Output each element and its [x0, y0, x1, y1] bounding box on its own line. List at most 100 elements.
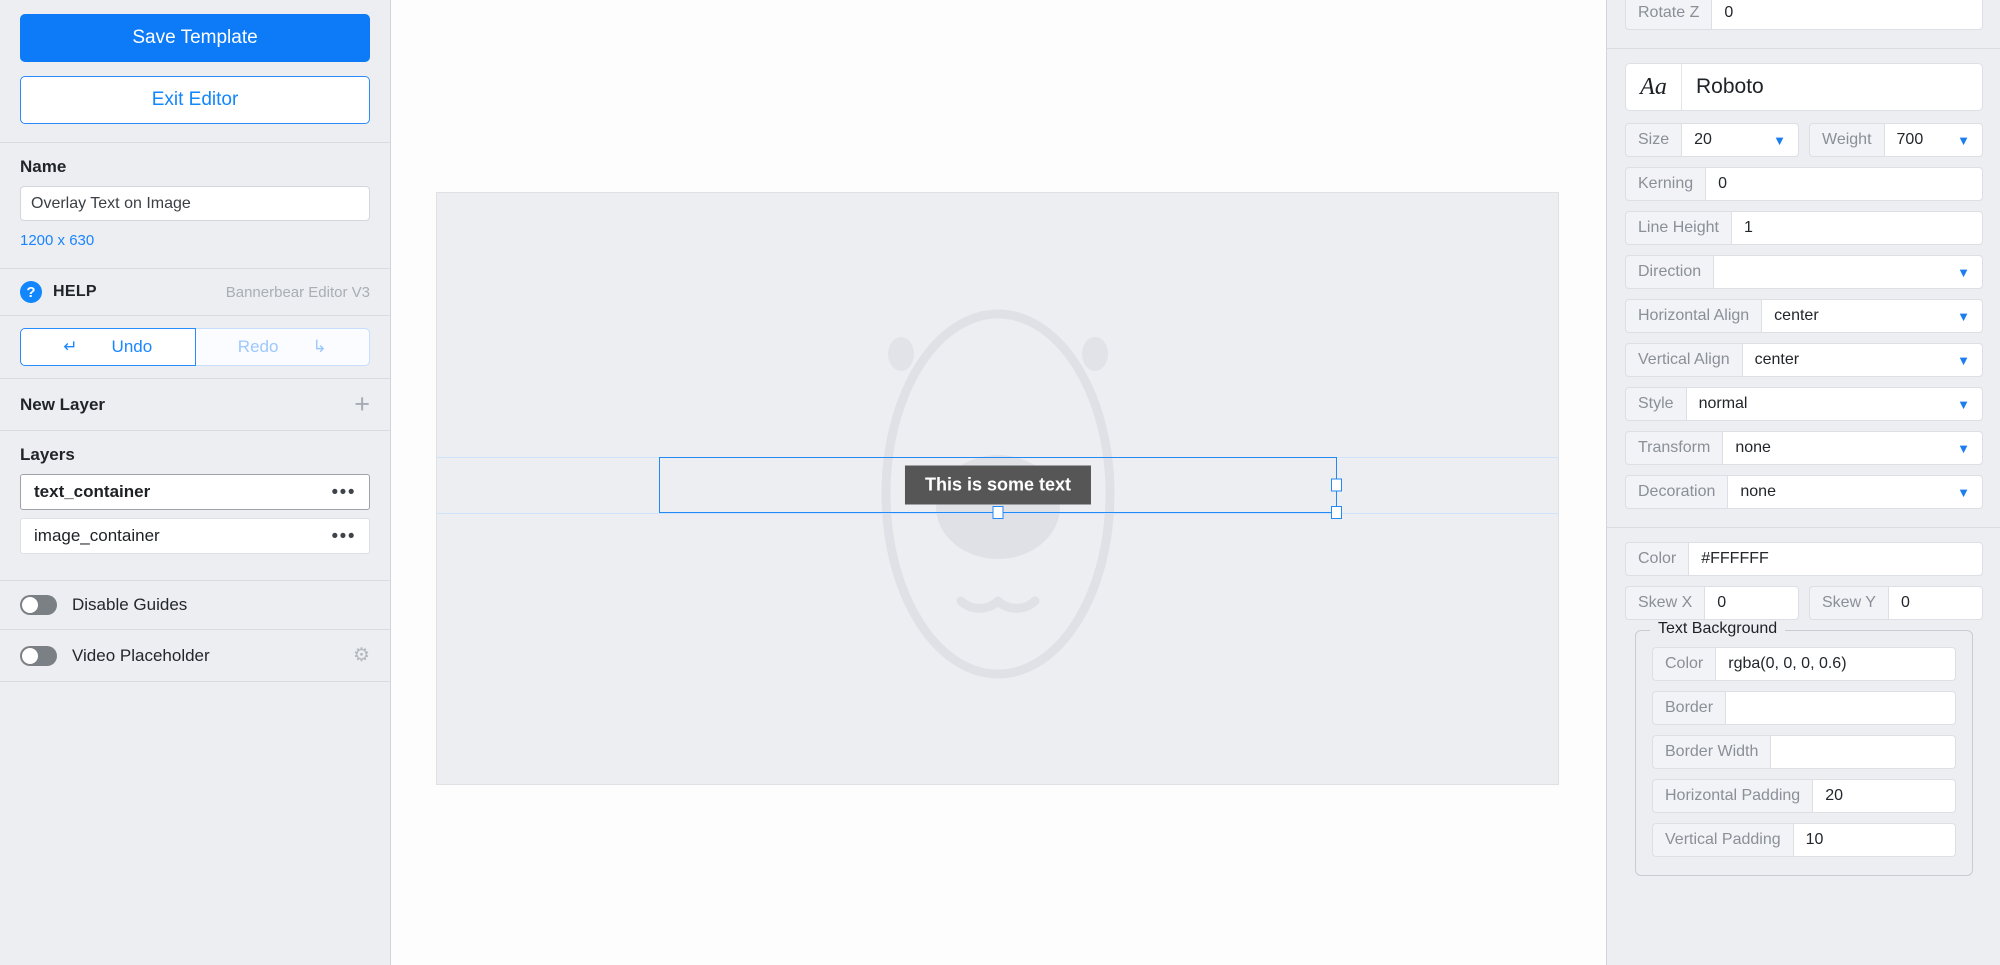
style-control[interactable]: Style normal ▼ — [1625, 387, 1983, 421]
background-border-width-value[interactable] — [1770, 735, 1956, 769]
style-label: Style — [1625, 387, 1686, 421]
kerning-value[interactable]: 0 — [1705, 167, 1983, 201]
transform-value: none — [1735, 439, 1771, 456]
transform-label: Transform — [1625, 431, 1723, 465]
gear-icon[interactable]: ⚙ — [353, 644, 370, 667]
decoration-select[interactable]: none ▼ — [1727, 475, 1983, 509]
vertical-align-control[interactable]: Vertical Align center ▼ — [1625, 343, 1983, 377]
chevron-down-icon: ▼ — [1957, 132, 1970, 148]
skew-row: Skew X 0 Skew Y 0 — [1625, 586, 1983, 620]
question-mark-icon: ? — [20, 281, 42, 303]
skew-x-control[interactable]: Skew X 0 — [1625, 586, 1799, 620]
redo-button[interactable]: Redo ↳ — [195, 328, 370, 366]
kerning-control[interactable]: Kerning 0 — [1625, 167, 1983, 201]
save-template-button[interactable]: Save Template — [20, 14, 370, 62]
editor-version-label: Bannerbear Editor V3 — [225, 283, 370, 301]
background-horizontal-padding-control[interactable]: Horizontal Padding 20 — [1652, 779, 1956, 813]
background-border-value[interactable] — [1725, 691, 1956, 725]
undo-button[interactable]: ↵ Undo — [20, 328, 196, 366]
layer-menu-icon[interactable]: ••• — [332, 483, 356, 502]
background-border-width-label: Border Width — [1652, 735, 1771, 769]
vertical-align-select[interactable]: center ▼ — [1741, 343, 1983, 377]
rotate-z-label: Rotate Z — [1625, 0, 1712, 30]
editor-app: Save Template Exit Editor Name 1200 x 63… — [0, 0, 2000, 965]
size-label: Size — [1625, 123, 1682, 157]
color-label: Color — [1625, 542, 1689, 576]
template-name-section: Name 1200 x 630 — [0, 143, 390, 269]
resize-handle-bottom-right[interactable] — [1331, 506, 1342, 519]
actions-section: Save Template Exit Editor — [0, 0, 390, 143]
exit-editor-button[interactable]: Exit Editor — [20, 76, 370, 124]
font-size-control[interactable]: Size 20 ▼ — [1625, 123, 1799, 157]
toggle-row-disable-guides: Disable Guides — [0, 581, 390, 630]
weight-select[interactable]: 700 ▼ — [1883, 123, 1983, 157]
chevron-down-icon: ▼ — [1957, 352, 1970, 368]
background-color-control[interactable]: Color rgba(0, 0, 0, 0.6) — [1652, 647, 1956, 681]
style-select[interactable]: normal ▼ — [1685, 387, 1983, 421]
layers-label: Layers — [20, 445, 75, 464]
horizontal-align-label: Horizontal Align — [1625, 299, 1762, 333]
background-vertical-padding-control[interactable]: Vertical Padding 10 — [1652, 823, 1956, 857]
plus-icon[interactable]: + — [354, 391, 370, 418]
design-canvas[interactable]: This is some text — [436, 192, 1559, 785]
canvas-text-element[interactable]: This is some text — [904, 465, 1092, 505]
background-color-label: Color — [1652, 647, 1716, 681]
layers-section: Layers text_container ••• image_containe… — [0, 431, 390, 581]
skew-x-value[interactable]: 0 — [1704, 586, 1799, 620]
line-height-value[interactable]: 1 — [1730, 211, 1983, 245]
size-select[interactable]: 20 ▼ — [1681, 123, 1799, 157]
video-placeholder-toggle[interactable] — [20, 645, 57, 666]
horizontal-align-value: center — [1774, 307, 1819, 324]
properties-panel[interactable]: Rotate Z 0 Aa Roboto Size 20 ▼ Weight 70… — [1606, 0, 2000, 965]
new-layer-section: New Layer + — [0, 379, 390, 431]
layer-row-text-container[interactable]: text_container ••• — [20, 474, 370, 510]
background-border-width-control[interactable]: Border Width — [1652, 735, 1956, 769]
horizontal-align-control[interactable]: Horizontal Align center ▼ — [1625, 299, 1983, 333]
help-link[interactable]: HELP — [53, 283, 97, 301]
disable-guides-label: Disable Guides — [72, 595, 188, 614]
rotate-z-value[interactable]: 0 — [1711, 0, 1983, 30]
text-background-fieldset: Text Background Color rgba(0, 0, 0, 0.6)… — [1635, 620, 1973, 876]
background-vertical-padding-value[interactable]: 10 — [1792, 823, 1956, 857]
vertical-align-value: center — [1754, 351, 1800, 368]
direction-control[interactable]: Direction ▼ — [1625, 255, 1983, 289]
weight-value: 700 — [1896, 131, 1924, 148]
chevron-down-icon: ▼ — [1957, 264, 1970, 280]
dimensions-link[interactable]: 1200 x 630 — [20, 232, 94, 249]
layer-menu-icon[interactable]: ••• — [332, 527, 356, 546]
resize-handle-right[interactable] — [1331, 478, 1342, 492]
background-border-label: Border — [1652, 691, 1726, 725]
font-weight-control[interactable]: Weight 700 ▼ — [1809, 123, 1983, 157]
skew-y-value[interactable]: 0 — [1887, 586, 1983, 620]
font-family-picker[interactable]: Aa Roboto — [1625, 63, 1983, 111]
direction-select[interactable]: ▼ — [1713, 255, 1983, 289]
background-color-value[interactable]: rgba(0, 0, 0, 0.6) — [1715, 647, 1956, 681]
name-label: Name — [20, 157, 67, 176]
transform-select[interactable]: none ▼ — [1722, 431, 1983, 465]
decoration-control[interactable]: Decoration none ▼ — [1625, 475, 1983, 509]
chevron-down-icon: ▼ — [1957, 484, 1970, 500]
background-border-control[interactable]: Border — [1652, 691, 1956, 725]
text-color-control[interactable]: Color #FFFFFF — [1625, 542, 1983, 576]
color-value[interactable]: #FFFFFF — [1688, 542, 1983, 576]
font-family-value: Roboto — [1696, 75, 1764, 98]
transform-control[interactable]: Transform none ▼ — [1625, 431, 1983, 465]
skew-y-control[interactable]: Skew Y 0 — [1809, 586, 1983, 620]
canvas-area[interactable]: This is some text — [391, 0, 1606, 965]
new-layer-label: New Layer — [20, 394, 106, 414]
redo-label: Redo — [237, 337, 279, 356]
chevron-down-icon: ▼ — [1957, 308, 1970, 324]
horizontal-align-select[interactable]: center ▼ — [1761, 299, 1983, 333]
template-name-input[interactable] — [20, 186, 370, 221]
text-layer-selection-box[interactable]: This is some text — [659, 457, 1342, 519]
background-horizontal-padding-value[interactable]: 20 — [1812, 779, 1956, 813]
size-value: 20 — [1694, 131, 1712, 148]
transform-group: Rotate Z 0 — [1607, 0, 2000, 49]
layer-row-image-container[interactable]: image_container ••• — [20, 518, 370, 554]
chevron-down-icon: ▼ — [1957, 396, 1970, 412]
disable-guides-toggle[interactable] — [20, 595, 57, 615]
resize-handle-bottom[interactable] — [992, 506, 1004, 519]
line-height-control[interactable]: Line Height 1 — [1625, 211, 1983, 245]
rotate-z-control[interactable]: Rotate Z 0 — [1625, 0, 1983, 30]
toggle-row-video-placeholder: Video Placeholder ⚙ — [0, 630, 390, 682]
